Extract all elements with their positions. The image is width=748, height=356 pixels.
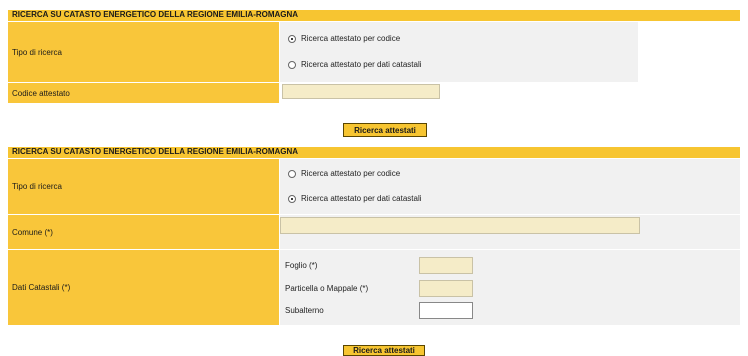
form1-radio-catastali[interactable] xyxy=(288,60,296,69)
form2-dati-label: Dati Catastali (*) xyxy=(8,250,279,325)
form2-search-button[interactable]: Ricerca attestati xyxy=(343,345,425,356)
particella-input[interactable] xyxy=(419,280,473,297)
form2-dati-cell: Foglio (*) Particella o Mappale (*) Suba… xyxy=(280,250,740,325)
particella-label: Particella o Mappale (*) xyxy=(285,284,369,293)
form1-tipo-label: Tipo di ricerca xyxy=(8,22,279,82)
form1-codice-label: Codice attestato xyxy=(8,83,279,103)
form2-radio-codice-row[interactable]: Ricerca attestato per codice xyxy=(288,169,400,178)
form1-radio-codice-row[interactable]: Ricerca attestato per codice xyxy=(288,34,400,43)
subalterno-input[interactable] xyxy=(419,302,473,319)
form1-search-button[interactable]: Ricerca attestati xyxy=(343,123,427,137)
form2-radio-codice[interactable] xyxy=(288,169,296,178)
form2-comune-cell xyxy=(280,215,740,249)
form2-radio-catastali-label: Ricerca attestato per dati catastali xyxy=(301,194,422,203)
form1-header: RICERCA SU CATASTO ENERGETICO DELLA REGI… xyxy=(8,10,740,21)
form1-radio-codice[interactable] xyxy=(288,34,296,43)
form2-comune-label: Comune (*) xyxy=(8,215,279,249)
foglio-label: Foglio (*) xyxy=(285,261,318,270)
form2-radio-catastali-row[interactable]: Ricerca attestato per dati catastali xyxy=(288,194,422,203)
form2-tipo-cell: Ricerca attestato per codice Ricerca att… xyxy=(280,159,740,214)
comune-input[interactable] xyxy=(280,217,640,234)
form1-tipo-cell: Ricerca attestato per codice Ricerca att… xyxy=(280,22,638,82)
codice-attestato-input[interactable] xyxy=(282,84,440,99)
form1-radio-codice-label: Ricerca attestato per codice xyxy=(301,34,401,43)
form2-tipo-label: Tipo di ricerca xyxy=(8,159,279,214)
subalterno-label: Subalterno xyxy=(285,306,324,315)
form2-radio-codice-label: Ricerca attestato per codice xyxy=(301,169,401,178)
form1-radio-catastali-label: Ricerca attestato per dati catastali xyxy=(301,60,422,69)
form1-codice-cell xyxy=(280,83,740,103)
foglio-input[interactable] xyxy=(419,257,473,274)
form1-radio-catastali-row[interactable]: Ricerca attestato per dati catastali xyxy=(288,60,422,69)
form2-radio-catastali[interactable] xyxy=(288,194,296,203)
form2-header: RICERCA SU CATASTO ENERGETICO DELLA REGI… xyxy=(8,147,740,158)
